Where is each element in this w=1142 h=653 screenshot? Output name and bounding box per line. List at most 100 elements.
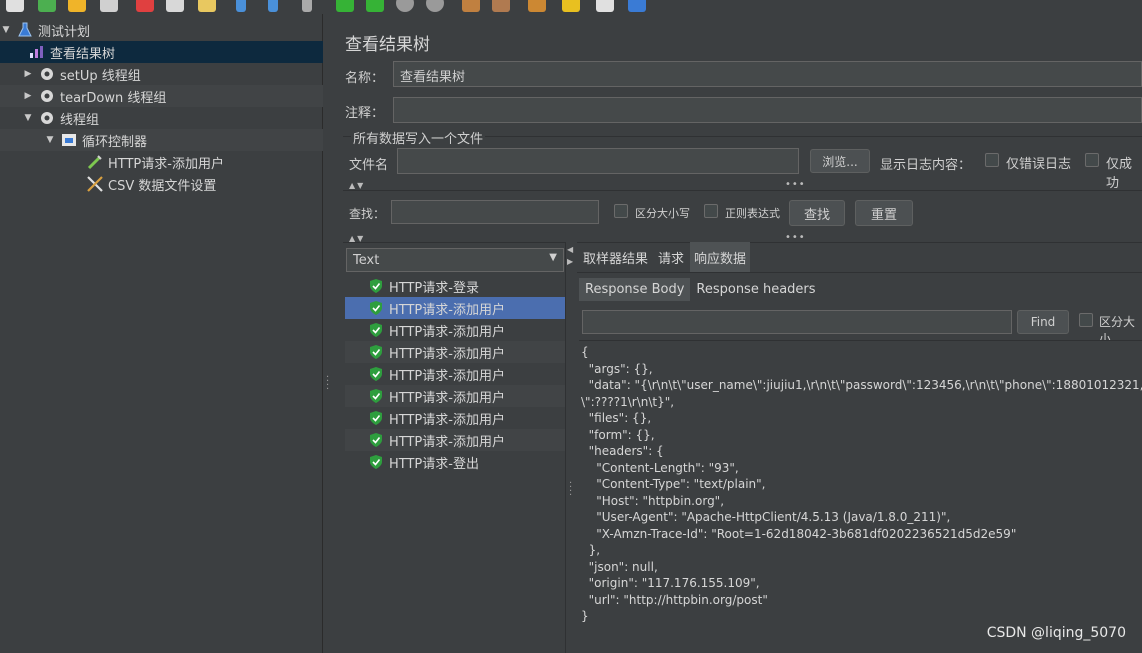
list-item[interactable]: HTTP请求-添加用户 [345, 341, 565, 363]
copy-icon[interactable] [166, 0, 184, 12]
list-item-label: HTTP请求-添加用户 [389, 346, 505, 362]
start-icon[interactable] [336, 0, 354, 12]
shield-check-icon [370, 411, 382, 425]
list-item[interactable]: HTTP请求-添加用户 [345, 319, 565, 341]
tree-item-label: CSV 数据文件设置 [108, 178, 217, 194]
reset-button[interactable]: 重置 [855, 200, 913, 226]
tab-response-body[interactable]: Response Body [579, 277, 691, 301]
case-sensitive-checkbox[interactable] [614, 204, 628, 218]
list-splitter[interactable]: ◀ ▶ · · · · [565, 242, 577, 653]
comment-field[interactable] [393, 97, 1142, 123]
response-find-button[interactable]: Find [1017, 310, 1069, 334]
new-icon[interactable] [6, 0, 24, 12]
renderer-value: Text [353, 252, 380, 268]
tree-item-label: 测试计划 [38, 24, 91, 40]
tree-item-thread-group[interactable]: ▼ 线程组 [0, 107, 323, 129]
response-case-checkbox[interactable] [1079, 313, 1093, 327]
regex-label: 正则表达式 [725, 207, 780, 220]
search-input[interactable] [391, 200, 599, 224]
chevron-down-icon[interactable]: ▼ [0, 25, 12, 35]
browse-button[interactable]: 浏览... [810, 149, 870, 173]
filename-field[interactable] [397, 148, 799, 174]
save-icon[interactable] [100, 0, 118, 12]
response-line: "User-Agent": "Apache-HttpClient/4.5.13 … [581, 510, 951, 524]
section-divider [343, 190, 1142, 191]
errors-only-checkbox[interactable] [985, 153, 999, 167]
collapse-arrows-icon[interactable]: ◀ ▶ [567, 244, 573, 268]
help-icon[interactable] [628, 0, 646, 12]
list-item[interactable]: HTTP请求-添加用户 [345, 407, 565, 429]
chevron-down-icon[interactable]: ▼ [549, 252, 557, 263]
regex-checkbox[interactable] [704, 204, 718, 218]
collapse-arrows-icon[interactable]: ▲▼ [349, 181, 365, 190]
response-line: "Content-Type": "text/plain", [581, 477, 766, 491]
tab-request[interactable]: 请求 [654, 242, 688, 273]
tree-item-loop-controller[interactable]: ▼ 循环控制器 [0, 129, 323, 151]
chevron-right-icon[interactable]: ▶ [22, 91, 34, 101]
response-line: \":????1\r\n\t}", [581, 394, 675, 409]
gear-icon [38, 65, 56, 83]
splitter-grip-icon[interactable]: · · · · [569, 479, 572, 501]
list-item[interactable]: HTTP请求-登出 [345, 451, 565, 473]
list-item[interactable]: HTTP请求-添加用户 [345, 429, 565, 451]
list-item-label: HTTP请求-登录 [389, 280, 479, 296]
collapse-icon[interactable] [268, 0, 278, 12]
flask-icon [16, 21, 34, 39]
cut-icon[interactable] [136, 0, 154, 12]
clear-icon[interactable] [462, 0, 480, 12]
response-line: "form": {}, [581, 427, 655, 442]
tabs-divider [577, 272, 1142, 273]
test-plan-tree[interactable]: ▼ 测试计划 查看结果树 ▶ setUp 线程组 ▶ tearDown 线程组 … [0, 14, 323, 653]
tree-item-label: setUp 线程组 [60, 68, 141, 84]
tree-item-teardown-thread-group[interactable]: ▶ tearDown 线程组 [0, 85, 323, 107]
response-line: "url": "http://httpbin.org/post" [581, 592, 768, 607]
tab-response-data[interactable]: 响应数据 [690, 241, 751, 273]
clear-all-icon[interactable] [492, 0, 510, 12]
response-search-input[interactable] [582, 310, 1012, 334]
tree-item-label: 循环控制器 [82, 134, 148, 150]
tree-item-csv-data-set[interactable]: CSV 数据文件设置 [0, 173, 323, 195]
start-no-pause-icon[interactable] [366, 0, 384, 12]
search-icon[interactable] [528, 0, 546, 12]
list-item[interactable]: HTTP请求-添加用户 [345, 363, 565, 385]
splitter-grip-icon[interactable]: · · · · [326, 373, 329, 395]
tree-item-setup-thread-group[interactable]: ▶ setUp 线程组 [0, 63, 323, 85]
tree-item-label: 线程组 [60, 112, 100, 128]
chevron-down-icon[interactable]: ▼ [44, 135, 56, 145]
find-button[interactable]: 查找 [789, 200, 845, 226]
chevron-right-icon[interactable]: ▶ [22, 69, 34, 79]
chevron-down-icon[interactable]: ▼ [22, 113, 34, 123]
response-line: "json": null, [581, 559, 658, 574]
panel-splitter[interactable]: · · · · [323, 14, 333, 653]
list-item-label: HTTP请求-添加用户 [389, 390, 505, 406]
tree-item-test-plan[interactable]: ▼ 测试计划 [0, 19, 323, 41]
gear-icon [38, 109, 56, 127]
tab-sampler-result[interactable]: 取样器结果 [579, 242, 652, 273]
list-item[interactable]: HTTP请求-登录 [345, 275, 565, 297]
response-line: } [581, 609, 589, 623]
templates-icon[interactable] [38, 0, 56, 12]
expand-icon[interactable] [236, 0, 246, 12]
gear-icon [38, 87, 56, 105]
function-helper-icon[interactable] [596, 0, 614, 12]
list-item[interactable]: HTTP请求-添加用户 [345, 297, 565, 319]
name-field[interactable]: 查看结果树 [393, 61, 1142, 87]
stop-icon[interactable] [396, 0, 414, 12]
results-list[interactable]: Text ▼ HTTP请求-登录 HTTP请求-添加用户 HTTP请求-添加用户… [345, 248, 565, 653]
response-body-text[interactable]: { "args": {}, "data": "{\r\n\t\"user_nam… [579, 340, 1142, 653]
splitter-grip-icon[interactable]: ••• [785, 179, 806, 190]
reset-search-icon[interactable] [562, 0, 580, 12]
tree-item-label: tearDown 线程组 [60, 90, 167, 106]
toggle-icon[interactable] [302, 0, 312, 12]
tree-item-view-results-tree[interactable]: 查看结果树 [0, 41, 323, 63]
open-icon[interactable] [68, 0, 86, 12]
response-line: "X-Amzn-Trace-Id": "Root=1-62d18042-3b68… [581, 526, 1017, 541]
paste-icon[interactable] [198, 0, 216, 12]
tab-response-headers[interactable]: Response headers [690, 278, 821, 301]
list-item-label: HTTP请求-登出 [389, 456, 479, 472]
renderer-select[interactable]: Text ▼ [346, 248, 564, 272]
success-only-checkbox[interactable] [1085, 153, 1099, 167]
shutdown-icon[interactable] [426, 0, 444, 12]
list-item[interactable]: HTTP请求-添加用户 [345, 385, 565, 407]
tree-item-http-request-add-user[interactable]: HTTP请求-添加用户 [0, 151, 323, 173]
